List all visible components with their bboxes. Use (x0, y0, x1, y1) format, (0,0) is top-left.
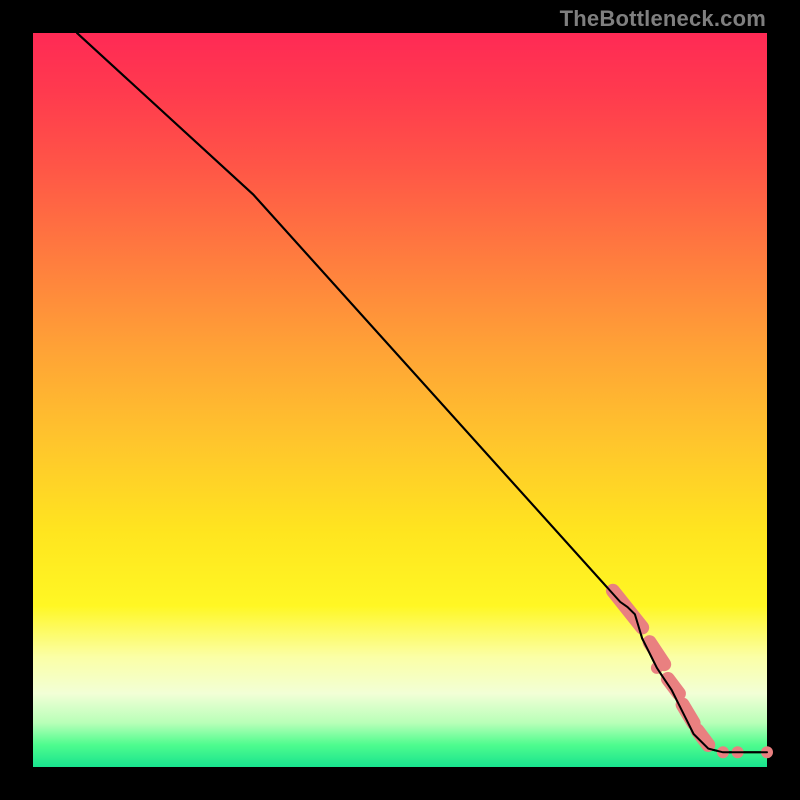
bottleneck-curve-overlay (77, 33, 767, 752)
bottleneck-curve (77, 33, 767, 752)
chart-layer (77, 33, 773, 758)
chart-overlay-svg (0, 0, 800, 800)
marker-segment (650, 642, 665, 664)
chart-stage: TheBottleneck.com (0, 0, 800, 800)
